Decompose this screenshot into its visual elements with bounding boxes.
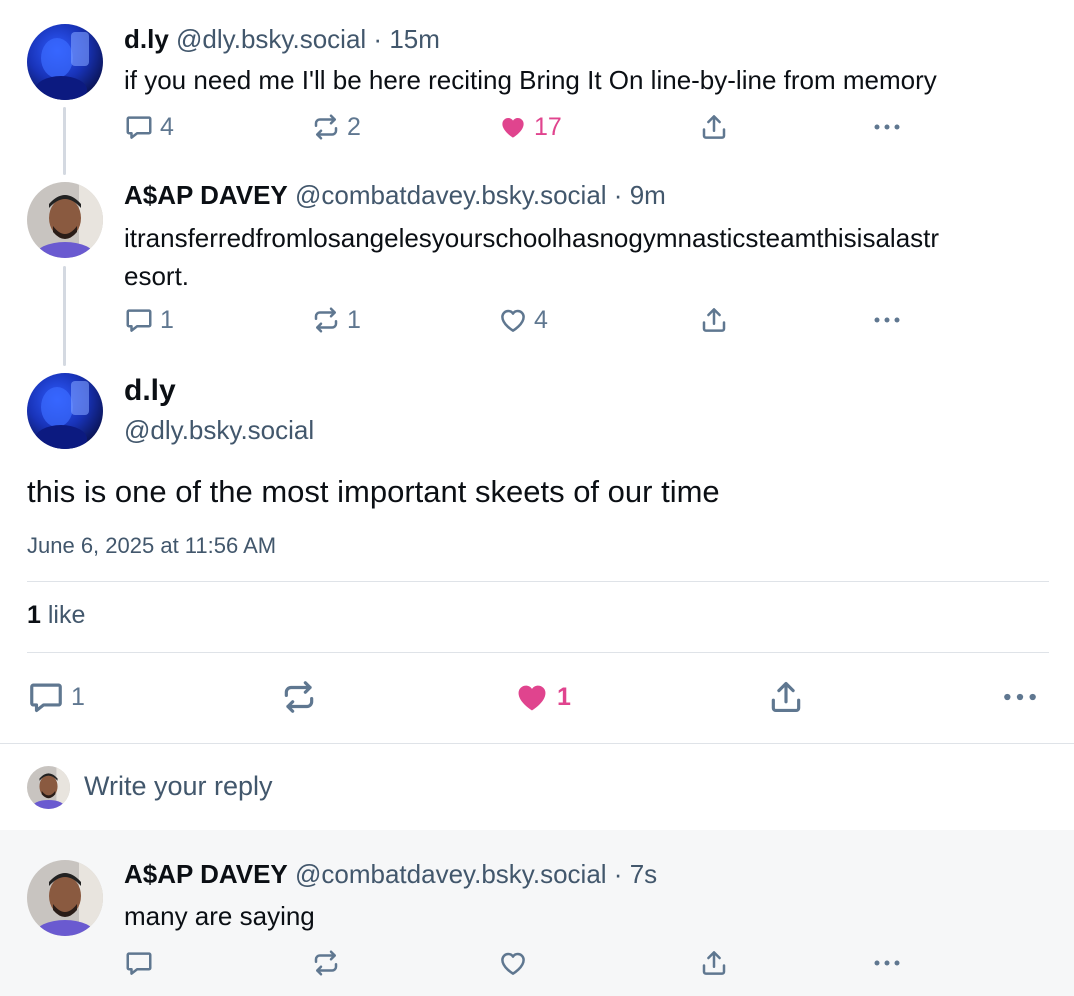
divider <box>27 581 1049 582</box>
post-header: d.ly @dly.bsky.social · 15m <box>124 24 440 55</box>
reply-bubble-icon <box>124 305 154 335</box>
reply-button[interactable]: 1 <box>124 305 174 335</box>
reply-button[interactable] <box>124 948 154 978</box>
share-icon <box>699 112 729 142</box>
post-header: A$AP DAVEY @combatdavey.bsky.social · 7s <box>124 859 657 890</box>
heart-icon <box>513 678 551 716</box>
avatar[interactable] <box>27 860 103 936</box>
post-date[interactable]: June 6, 2025 at 11:56 AM <box>27 533 276 559</box>
post-time[interactable]: 15m <box>389 24 440 54</box>
share-button[interactable] <box>699 112 729 142</box>
avatar[interactable] <box>27 373 103 449</box>
like-count: 17 <box>534 112 562 141</box>
post-text-line: esort. <box>124 261 190 291</box>
heart-icon <box>498 305 528 335</box>
post-text: itransferredfromlosangelesyourschoolhasn… <box>124 219 939 295</box>
separator: · <box>613 180 623 210</box>
repost-icon <box>311 948 341 978</box>
share-icon <box>699 948 729 978</box>
author-handle[interactable]: @dly.bsky.social <box>124 415 314 446</box>
avatar[interactable] <box>27 182 103 258</box>
post-text: this is one of the most important skeets… <box>27 474 720 509</box>
repost-icon <box>280 678 318 716</box>
thread-line <box>63 266 66 366</box>
repost-button[interactable]: 2 <box>311 112 361 142</box>
separator: · <box>373 24 383 54</box>
repost-icon <box>311 112 341 142</box>
post-header: A$AP DAVEY @combatdavey.bsky.social · 9m <box>124 180 666 211</box>
reply-bubble-icon <box>124 948 154 978</box>
share-icon <box>699 305 729 335</box>
likes-summary[interactable]: 1 like <box>27 601 85 630</box>
more-dots-icon <box>872 112 902 142</box>
reply-count: 4 <box>160 112 174 141</box>
like-button[interactable]: 17 <box>498 112 562 142</box>
like-button[interactable]: 4 <box>498 305 548 335</box>
likes-label: like <box>47 601 86 629</box>
more-options-button[interactable] <box>1001 678 1039 716</box>
post-time[interactable]: 7s <box>630 859 657 889</box>
repost-count: 2 <box>347 112 361 141</box>
post-text: if you need me I'll be here reciting Bri… <box>124 65 937 95</box>
heart-icon <box>498 948 528 978</box>
reply-bubble-icon <box>27 678 65 716</box>
share-button[interactable] <box>699 305 729 335</box>
repost-button[interactable] <box>311 948 341 978</box>
thread-line <box>63 107 66 175</box>
more-options-button[interactable] <box>872 112 902 142</box>
like-button[interactable] <box>498 948 528 978</box>
repost-count: 1 <box>347 305 361 334</box>
author-handle[interactable]: @dly.bsky.social <box>176 24 366 54</box>
composer-avatar <box>27 766 70 809</box>
reply-input[interactable]: Write your reply <box>84 771 273 802</box>
reply-button[interactable]: 1 <box>27 678 85 716</box>
share-icon <box>767 678 805 716</box>
post-text-line: itransferredfromlosangelesyourschoolhasn… <box>124 223 940 253</box>
heart-icon <box>498 112 528 142</box>
reply-count: 1 <box>160 305 174 334</box>
repost-button[interactable]: 1 <box>311 305 361 335</box>
author-name[interactable]: d.ly <box>124 24 169 54</box>
more-dots-icon <box>1001 678 1039 716</box>
like-button[interactable]: 1 <box>513 678 571 716</box>
reply-bubble-icon <box>124 112 154 142</box>
reply-count: 1 <box>71 682 85 711</box>
author-name[interactable]: A$AP DAVEY <box>124 180 288 210</box>
post-text: many are saying <box>124 901 315 931</box>
divider <box>0 743 1074 744</box>
separator: · <box>613 859 623 889</box>
share-button[interactable] <box>699 948 729 978</box>
repost-button[interactable] <box>280 678 324 716</box>
likes-count: 1 <box>27 601 41 629</box>
divider <box>27 652 1049 653</box>
post-time[interactable]: 9m <box>630 180 666 210</box>
more-dots-icon <box>872 305 902 335</box>
avatar[interactable] <box>27 24 103 100</box>
share-button[interactable] <box>767 678 805 716</box>
reply-button[interactable]: 4 <box>124 112 174 142</box>
repost-icon <box>311 305 341 335</box>
author-handle[interactable]: @combatdavey.bsky.social <box>295 859 607 889</box>
author-handle[interactable]: @combatdavey.bsky.social <box>295 180 607 210</box>
more-options-button[interactable] <box>872 305 902 335</box>
author-name[interactable]: A$AP DAVEY <box>124 859 288 889</box>
like-count: 1 <box>557 682 571 711</box>
more-options-button[interactable] <box>872 948 902 978</box>
like-count: 4 <box>534 305 548 334</box>
more-dots-icon <box>872 948 902 978</box>
author-name[interactable]: d.ly <box>124 374 176 408</box>
